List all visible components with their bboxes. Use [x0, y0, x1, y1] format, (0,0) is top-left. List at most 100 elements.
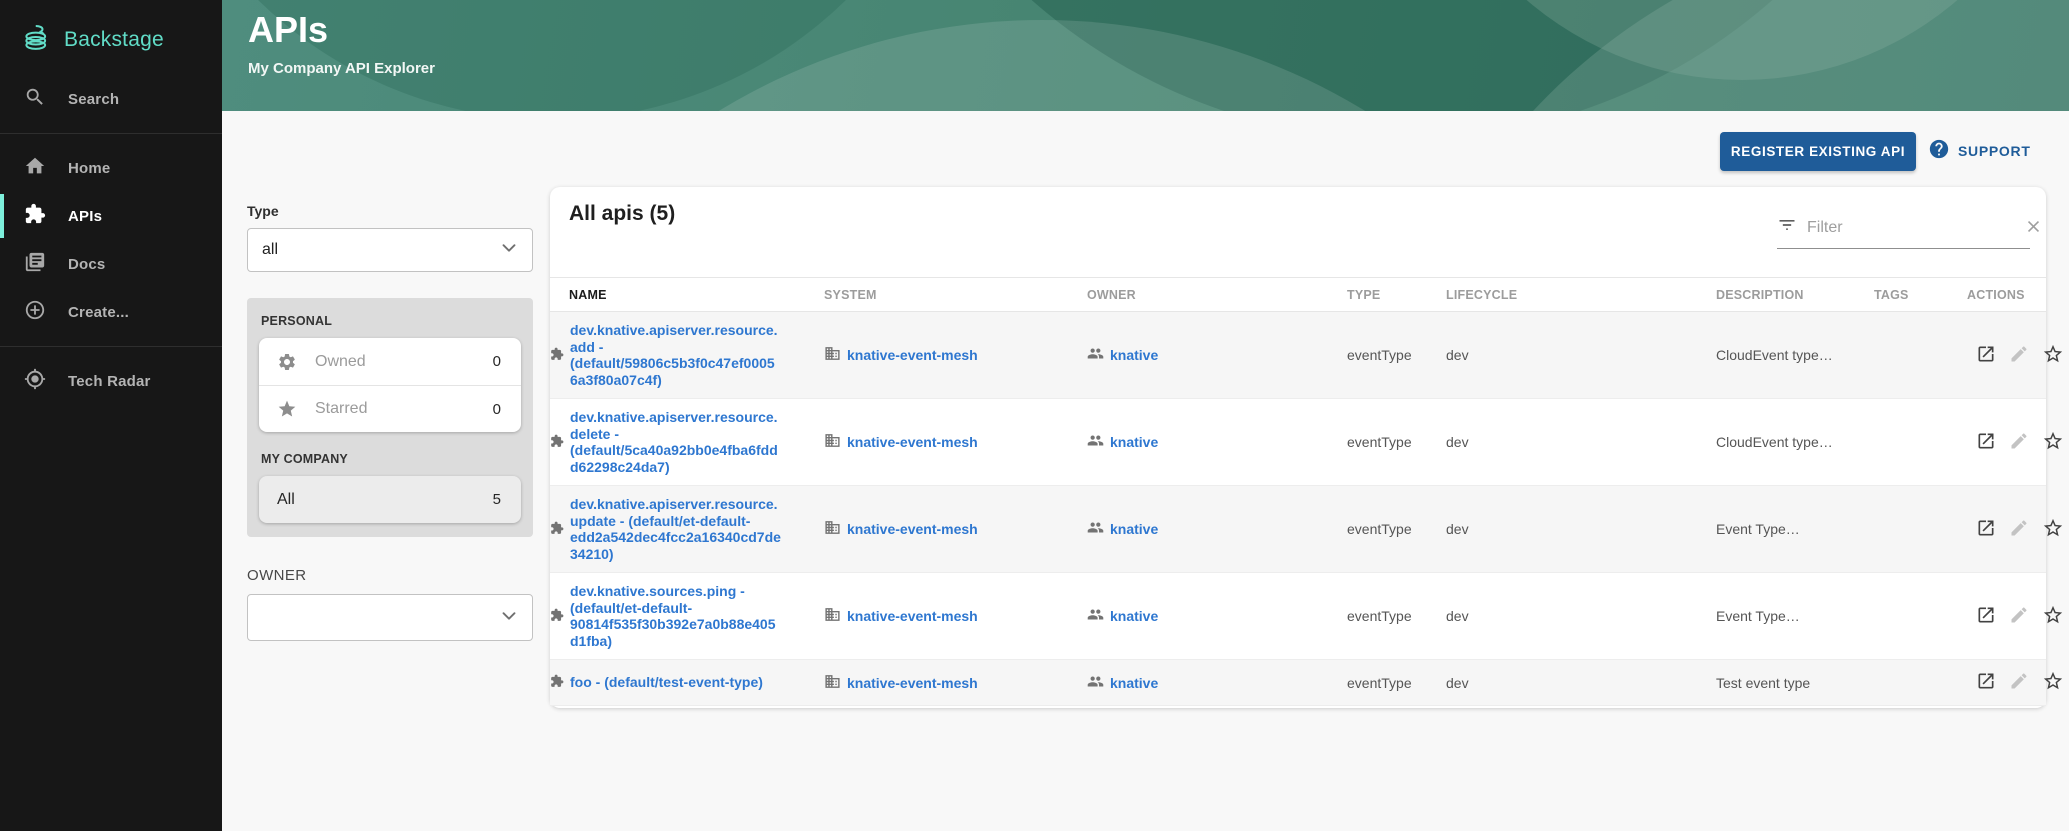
- api-description: Test event type: [1716, 660, 1874, 706]
- owner-link[interactable]: knative: [1087, 673, 1158, 693]
- column-header-description[interactable]: DESCRIPTION: [1716, 278, 1874, 312]
- view-api-button[interactable]: [1976, 344, 1996, 367]
- system-link-label: knative-event-mesh: [847, 347, 978, 363]
- sidebar-item-search[interactable]: Search: [0, 75, 222, 123]
- open-in-new-icon: [1976, 605, 1996, 628]
- api-lifecycle: dev: [1446, 312, 1716, 399]
- table-row: dev.knative.sources.ping - (default/et-d…: [550, 573, 2046, 660]
- api-type: eventType: [1347, 347, 1413, 363]
- system-link[interactable]: knative-event-mesh: [824, 345, 978, 365]
- open-in-new-icon: [1976, 431, 1996, 454]
- owner-link[interactable]: knative: [1087, 432, 1158, 452]
- column-header-actions: ACTIONS: [1967, 278, 2046, 312]
- owner-link[interactable]: knative: [1087, 606, 1158, 626]
- column-header-lifecycle[interactable]: LIFECYCLE: [1446, 278, 1716, 312]
- view-api-button[interactable]: [1976, 518, 1996, 541]
- api-table-card: All apis (5) NAME: [550, 187, 2046, 708]
- table-row: foo - (default/test-event-type) knative-…: [550, 660, 2046, 706]
- sidebar-item-create[interactable]: Create...: [0, 288, 222, 336]
- sidebar: Backstage Search Home APIs Docs: [0, 0, 222, 831]
- api-name-link[interactable]: dev.knative.sources.ping - (default/et-d…: [570, 583, 782, 649]
- system-link[interactable]: knative-event-mesh: [824, 673, 978, 693]
- table-filter-field: [1777, 207, 2030, 249]
- backstage-logo-text: Backstage: [64, 28, 164, 52]
- header-wave-pattern: [222, 0, 2069, 111]
- api-description: Event Type…: [1716, 486, 1874, 573]
- api-description: CloudEvent type…: [1716, 399, 1874, 486]
- filter-item-starred[interactable]: Starred 0: [259, 385, 521, 432]
- api-name-link[interactable]: foo - (default/test-event-type): [570, 674, 763, 691]
- api-description: Event Type…: [1716, 573, 1874, 660]
- view-api-button[interactable]: [1976, 671, 1996, 694]
- type-select[interactable]: all: [247, 228, 533, 272]
- api-name-link[interactable]: dev.knative.apiserver.resource.delete - …: [570, 409, 782, 475]
- column-header-tags[interactable]: TAGS: [1874, 278, 1967, 312]
- type-select-value: all: [262, 241, 278, 259]
- table-header-row: NAME SYSTEM OWNER TYPE LIFECYCLE DESCRIP…: [550, 278, 2046, 312]
- api-name-link[interactable]: dev.knative.apiserver.resource.update - …: [570, 496, 782, 562]
- star-api-button[interactable]: [2042, 670, 2064, 695]
- support-button[interactable]: SUPPORT: [1928, 138, 2031, 163]
- edit-api-button[interactable]: [2009, 431, 2029, 454]
- sidebar-item-home[interactable]: Home: [0, 144, 222, 192]
- company-group-card: All 5: [259, 476, 521, 523]
- system-link[interactable]: knative-event-mesh: [824, 606, 978, 626]
- system-link[interactable]: knative-event-mesh: [824, 519, 978, 539]
- column-header-type[interactable]: TYPE: [1347, 278, 1446, 312]
- api-lifecycle: dev: [1446, 573, 1716, 660]
- star-api-button[interactable]: [2042, 517, 2064, 542]
- sidebar-item-tech-radar[interactable]: Tech Radar: [0, 357, 222, 405]
- view-api-button[interactable]: [1976, 605, 1996, 628]
- sidebar-divider: [0, 133, 222, 134]
- pencil-icon: [2009, 518, 2029, 541]
- star-api-button[interactable]: [2042, 604, 2064, 629]
- backstage-logo[interactable]: Backstage: [0, 0, 222, 75]
- column-header-system[interactable]: SYSTEM: [824, 278, 1087, 312]
- api-puzzle-icon: [550, 434, 564, 451]
- sidebar-item-docs[interactable]: Docs: [0, 240, 222, 288]
- owner-link-label: knative: [1110, 434, 1158, 450]
- filter-item-owned[interactable]: Owned 0: [259, 338, 521, 385]
- open-in-new-icon: [1976, 518, 1996, 541]
- api-type: eventType: [1347, 434, 1413, 450]
- owner-link[interactable]: knative: [1087, 519, 1158, 539]
- filter-item-count: 5: [493, 491, 501, 508]
- view-api-button[interactable]: [1976, 431, 1996, 454]
- filter-item-all[interactable]: All 5: [259, 476, 521, 523]
- backstage-api-explorer: Backstage Search Home APIs Docs: [0, 0, 2069, 831]
- help-icon: [1928, 138, 1950, 163]
- register-existing-api-button[interactable]: REGISTER EXISTING API: [1720, 132, 1916, 171]
- support-label: SUPPORT: [1958, 143, 2031, 159]
- clear-filter-button[interactable]: [2024, 217, 2043, 239]
- owner-link[interactable]: knative: [1087, 345, 1158, 365]
- edit-api-button[interactable]: [2009, 344, 2029, 367]
- edit-api-button[interactable]: [2009, 605, 2029, 628]
- api-name-link[interactable]: dev.knative.apiserver.resource.add - (de…: [570, 322, 782, 388]
- api-tags: [1874, 660, 1967, 706]
- owner-link-label: knative: [1110, 608, 1158, 624]
- group-icon: [1087, 345, 1104, 365]
- star-outline-icon: [2042, 430, 2064, 455]
- sidebar-item-label: APIs: [68, 208, 102, 225]
- table-row: dev.knative.apiserver.resource.add - (de…: [550, 312, 2046, 399]
- column-header-name[interactable]: NAME: [550, 278, 824, 312]
- table-filter-input[interactable]: [1807, 219, 2014, 237]
- edit-api-button[interactable]: [2009, 518, 2029, 541]
- chevron-down-icon: [498, 604, 520, 631]
- owner-link-label: knative: [1110, 521, 1158, 537]
- star-api-button[interactable]: [2042, 343, 2064, 368]
- column-header-owner[interactable]: OWNER: [1087, 278, 1347, 312]
- table-row: dev.knative.apiserver.resource.update - …: [550, 486, 2046, 573]
- sidebar-item-apis[interactable]: APIs: [0, 192, 222, 240]
- api-table: NAME SYSTEM OWNER TYPE LIFECYCLE DESCRIP…: [550, 277, 2046, 706]
- group-icon: [1087, 432, 1104, 452]
- star-api-button[interactable]: [2042, 430, 2064, 455]
- radar-icon: [24, 368, 46, 395]
- owner-select[interactable]: [247, 594, 533, 641]
- building-icon: [824, 673, 841, 693]
- home-icon: [24, 155, 46, 182]
- edit-api-button[interactable]: [2009, 671, 2029, 694]
- sidebar-item-label: Create...: [68, 304, 129, 321]
- system-link[interactable]: knative-event-mesh: [824, 432, 978, 452]
- api-lifecycle: dev: [1446, 660, 1716, 706]
